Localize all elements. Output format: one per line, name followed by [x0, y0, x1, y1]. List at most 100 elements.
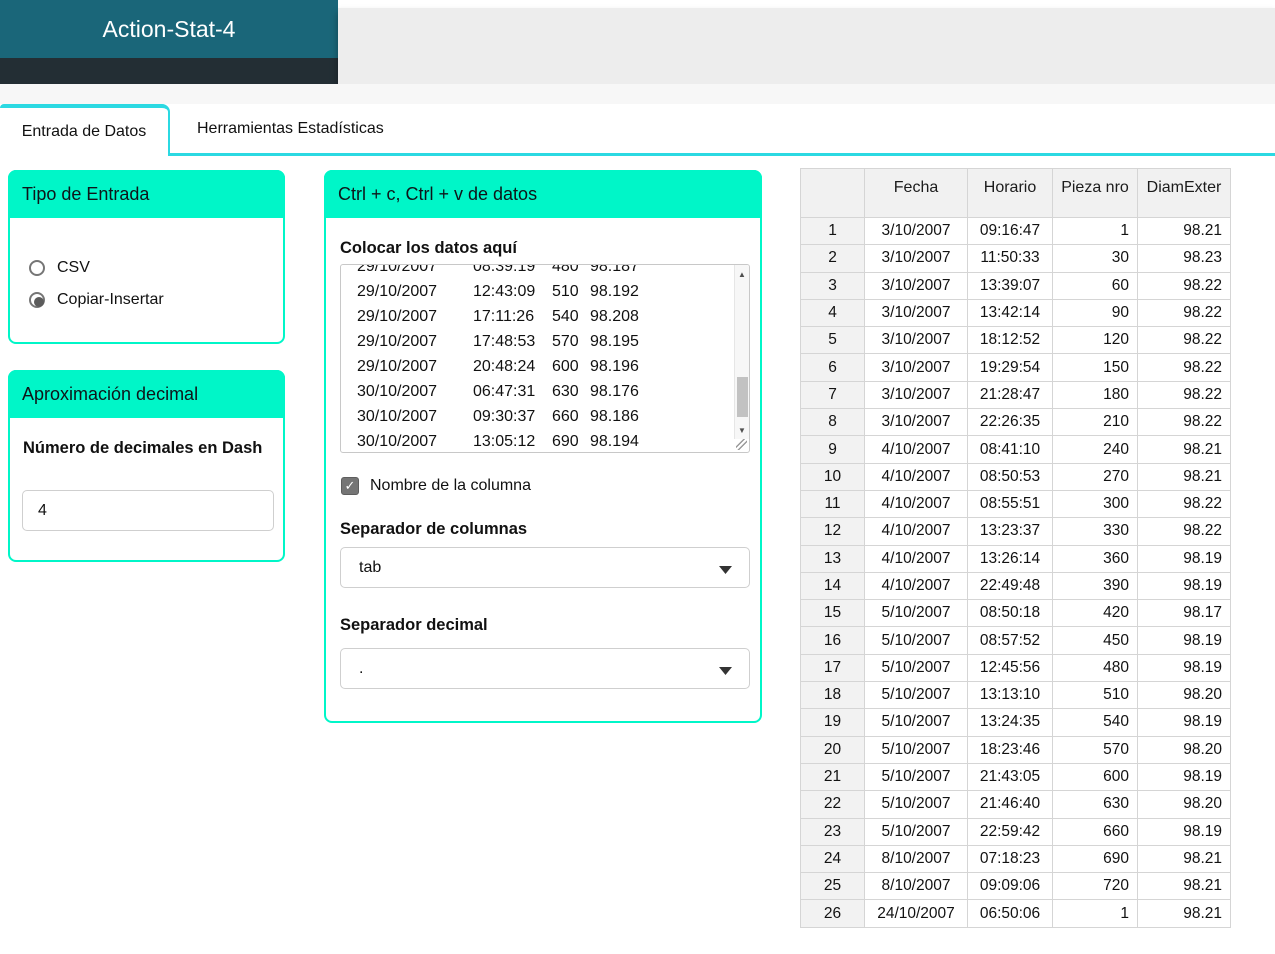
table-cell[interactable]: 98.20: [1137, 681, 1231, 710]
table-cell[interactable]: 98.21: [1137, 899, 1231, 928]
table-cell[interactable]: 98.20: [1137, 790, 1231, 819]
table-cell[interactable]: 19:29:54: [967, 353, 1053, 382]
table-cell[interactable]: 4/10/2007: [864, 517, 968, 546]
table-cell[interactable]: 480: [1052, 653, 1138, 683]
table-cell[interactable]: 3/10/2007: [864, 244, 968, 273]
table-cell[interactable]: 08:50:53: [967, 462, 1053, 491]
table-cell[interactable]: 5/10/2007: [864, 599, 968, 628]
table-cell[interactable]: 3/10/2007: [864, 380, 968, 410]
table-cell[interactable]: 98.19: [1137, 817, 1231, 846]
radio-icon[interactable]: [29, 292, 45, 308]
table-cell[interactable]: 08:57:52: [967, 626, 1053, 655]
table-cell[interactable]: 98.22: [1137, 353, 1231, 382]
table-cell[interactable]: 09:09:06: [967, 872, 1053, 901]
table-cell[interactable]: 240: [1052, 435, 1138, 464]
table-cell[interactable]: 98.19: [1137, 544, 1231, 573]
table-cell[interactable]: 360: [1052, 544, 1138, 573]
table-cell[interactable]: 5/10/2007: [864, 681, 968, 710]
table-cell[interactable]: 21:46:40: [967, 790, 1053, 819]
table-cell[interactable]: 4/10/2007: [864, 435, 968, 464]
table-cell[interactable]: 06:50:06: [967, 899, 1053, 928]
table-cell[interactable]: 13:42:14: [967, 298, 1053, 328]
decimal-separator-dropdown[interactable]: .: [340, 648, 750, 689]
radio-copiar-insertar[interactable]: Copiar-Insertar: [29, 290, 164, 310]
table-cell[interactable]: 98.19: [1137, 653, 1231, 683]
table-cell[interactable]: 300: [1052, 489, 1138, 519]
table-cell[interactable]: 3/10/2007: [864, 298, 968, 328]
table-cell[interactable]: 600: [1052, 762, 1138, 792]
table-cell[interactable]: 98.21: [1137, 216, 1231, 246]
table-cell[interactable]: 210: [1052, 408, 1138, 437]
radio-icon[interactable]: [29, 260, 45, 276]
table-cell[interactable]: 08:55:51: [967, 489, 1053, 519]
scroll-up-icon[interactable]: ▲: [735, 267, 749, 281]
table-cell[interactable]: 450: [1052, 626, 1138, 655]
table-cell[interactable]: 3/10/2007: [864, 216, 968, 246]
table-cell[interactable]: 98.21: [1137, 844, 1231, 874]
table-cell[interactable]: 150: [1052, 353, 1138, 382]
table-cell[interactable]: 4/10/2007: [864, 571, 968, 601]
table-cell[interactable]: 98.19: [1137, 708, 1231, 737]
table-cell[interactable]: 98.22: [1137, 271, 1231, 300]
table-cell[interactable]: 18:23:46: [967, 735, 1053, 764]
table-cell[interactable]: 98.21: [1137, 435, 1231, 464]
table-cell[interactable]: 98.22: [1137, 408, 1231, 437]
table-cell[interactable]: 98.19: [1137, 571, 1231, 601]
scrollbar[interactable]: ▲ ▼: [734, 265, 749, 439]
table-cell[interactable]: 98.19: [1137, 626, 1231, 655]
table-cell[interactable]: 98.22: [1137, 489, 1231, 519]
paste-textarea[interactable]: 29/10/2007 08:39:19 480 98.187 29/10/2007 12:…: [340, 264, 750, 453]
table-cell[interactable]: 8/10/2007: [864, 844, 968, 874]
table-cell[interactable]: 22:49:48: [967, 571, 1053, 601]
table-cell[interactable]: 08:41:10: [967, 435, 1053, 464]
table-cell[interactable]: 4/10/2007: [864, 489, 968, 519]
tab-data-entry[interactable]: Entrada de Datos: [0, 104, 170, 156]
table-cell[interactable]: 3/10/2007: [864, 353, 968, 382]
column-separator-dropdown[interactable]: tab: [340, 547, 750, 588]
table-cell[interactable]: 3/10/2007: [864, 326, 968, 355]
table-cell[interactable]: 3/10/2007: [864, 271, 968, 300]
table-cell[interactable]: 22:26:35: [967, 408, 1053, 437]
table-cell[interactable]: 98.22: [1137, 298, 1231, 328]
table-cell[interactable]: 690: [1052, 844, 1138, 874]
table-cell[interactable]: 5/10/2007: [864, 653, 968, 683]
table-cell[interactable]: 390: [1052, 571, 1138, 601]
table-cell[interactable]: 270: [1052, 462, 1138, 491]
table-cell[interactable]: 98.20: [1137, 735, 1231, 764]
resize-handle-icon[interactable]: [736, 439, 747, 450]
table-cell[interactable]: 5/10/2007: [864, 762, 968, 792]
table-cell[interactable]: 510: [1052, 681, 1138, 710]
table-cell[interactable]: 24/10/2007: [864, 899, 968, 928]
table-cell[interactable]: 07:18:23: [967, 844, 1053, 874]
table-cell[interactable]: 98.22: [1137, 517, 1231, 546]
table-cell[interactable]: 98.21: [1137, 872, 1231, 901]
table-cell[interactable]: 5/10/2007: [864, 626, 968, 655]
table-cell[interactable]: 5/10/2007: [864, 708, 968, 737]
table-cell[interactable]: 4/10/2007: [864, 544, 968, 573]
table-cell[interactable]: 21:28:47: [967, 380, 1053, 410]
table-cell[interactable]: 60: [1052, 271, 1138, 300]
table-cell[interactable]: 08:50:18: [967, 599, 1053, 628]
table-cell[interactable]: 98.21: [1137, 462, 1231, 491]
table-cell[interactable]: 5/10/2007: [864, 817, 968, 846]
checkbox-icon[interactable]: ✓: [341, 477, 359, 495]
column-name-checkbox-row[interactable]: ✓ Nombre de la columna: [341, 476, 531, 496]
tab-stats-tools[interactable]: Herramientas Estadísticas: [170, 104, 1275, 156]
table-cell[interactable]: 330: [1052, 517, 1138, 546]
table-cell[interactable]: 1: [1052, 899, 1138, 928]
table-cell[interactable]: 98.22: [1137, 326, 1231, 355]
scrollbar-thumb[interactable]: [737, 377, 748, 417]
table-cell[interactable]: 22:59:42: [967, 817, 1053, 846]
table-cell[interactable]: 18:12:52: [967, 326, 1053, 355]
table-cell[interactable]: 30: [1052, 244, 1138, 273]
table-cell[interactable]: 570: [1052, 735, 1138, 764]
table-cell[interactable]: 12:45:56: [967, 653, 1053, 683]
decimals-input[interactable]: 4: [22, 490, 274, 531]
table-cell[interactable]: 4/10/2007: [864, 462, 968, 491]
table-cell[interactable]: 13:39:07: [967, 271, 1053, 300]
radio-csv[interactable]: CSV: [29, 258, 90, 278]
table-cell[interactable]: 13:26:14: [967, 544, 1053, 573]
table-cell[interactable]: 11:50:33: [967, 244, 1053, 273]
table-cell[interactable]: 540: [1052, 708, 1138, 737]
table-cell[interactable]: 3/10/2007: [864, 408, 968, 437]
